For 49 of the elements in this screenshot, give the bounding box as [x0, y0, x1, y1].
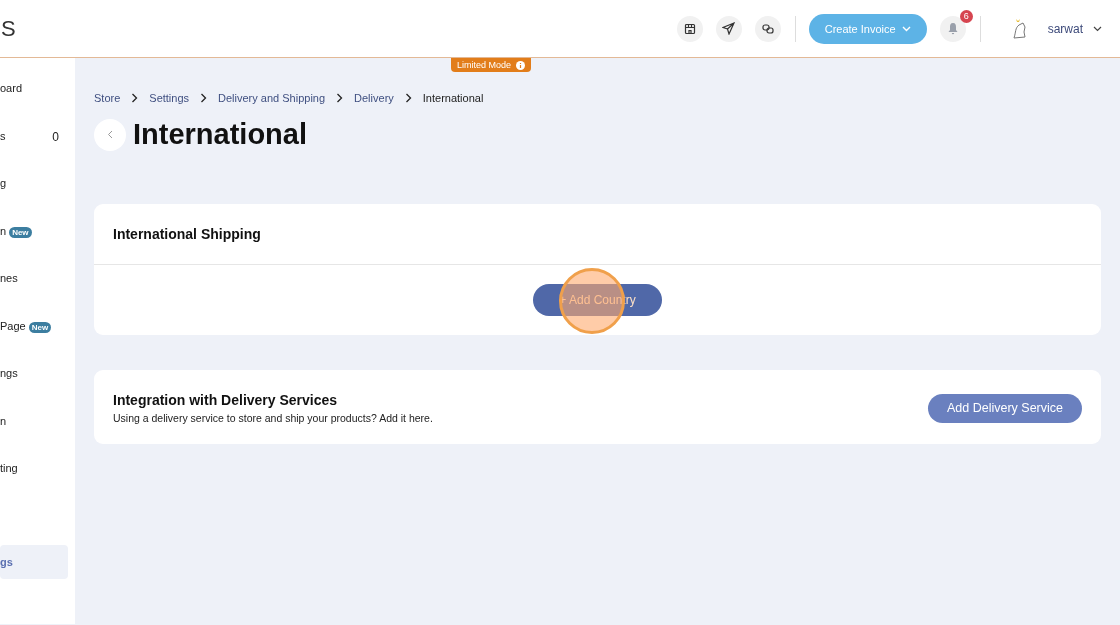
sidebar-item-label: n [0, 224, 7, 237]
chevron-right-icon [336, 93, 344, 103]
sidebar-item-label: ting [0, 462, 18, 474]
card-title: International Shipping [113, 226, 261, 242]
sidebar-item-label: g [0, 177, 7, 189]
chevron-left-icon [107, 130, 113, 139]
sidebar-item-label: ngs [0, 367, 18, 379]
notification-count: 6 [959, 9, 973, 23]
sidebar-item-label: gs [0, 556, 13, 568]
item-count: 0 [52, 129, 59, 144]
sidebar-item[interactable]: n New [0, 224, 68, 272]
breadcrumb-link[interactable]: Store [94, 92, 121, 104]
sidebar-item-label: nes [0, 272, 18, 284]
new-badge: New [9, 226, 32, 238]
sidebar-item[interactable]: nes [0, 272, 68, 320]
sidebar-item[interactable]: gs [0, 545, 68, 579]
sidebar-item[interactable]: oard [0, 82, 68, 130]
bell-icon [946, 22, 959, 35]
sidebar-item-label: s [0, 129, 6, 142]
brand-logo: S [1, 15, 16, 42]
sidebar-item-label: oard [0, 82, 23, 94]
info-icon [516, 60, 526, 70]
sidebar-item[interactable]: ngs [0, 367, 68, 415]
sidebar-item[interactable]: n [0, 414, 68, 462]
sidebar-item-label: n [0, 414, 7, 427]
user-name[interactable]: sarwat [1047, 21, 1083, 36]
chevron-down-icon[interactable] [1093, 25, 1102, 32]
link-icon[interactable] [754, 15, 781, 42]
breadcrumb-link[interactable]: Delivery and Shipping [218, 92, 326, 104]
breadcrumb-link[interactable]: Delivery [354, 92, 394, 104]
chevron-right-icon [200, 93, 208, 103]
sidebar-item[interactable]: ting [0, 462, 68, 510]
chevron-down-icon [901, 25, 911, 32]
notifications-button[interactable] [939, 15, 966, 42]
chevron-right-icon [404, 93, 412, 103]
store-icon[interactable] [676, 15, 703, 42]
page-title: International [133, 118, 307, 151]
new-badge: New [28, 321, 52, 333]
sidebar-item[interactable]: g [0, 177, 68, 225]
send-icon[interactable] [715, 15, 742, 42]
card-title: Integration with Delivery Services [113, 392, 339, 408]
breadcrumb-link[interactable]: International [422, 92, 484, 104]
sidebar-item[interactable]: Page New [0, 319, 68, 367]
breadcrumb-link[interactable]: Settings [149, 92, 190, 104]
sidebar-item[interactable]: s 0 [0, 129, 68, 177]
sidebar-item-label: Page [0, 319, 26, 332]
chevron-right-icon [131, 93, 139, 103]
card-description: Using a delivery service to store and ship your products? Add it here. [113, 412, 434, 424]
add-delivery-service-button[interactable]: Add Delivery Service [928, 393, 1082, 423]
